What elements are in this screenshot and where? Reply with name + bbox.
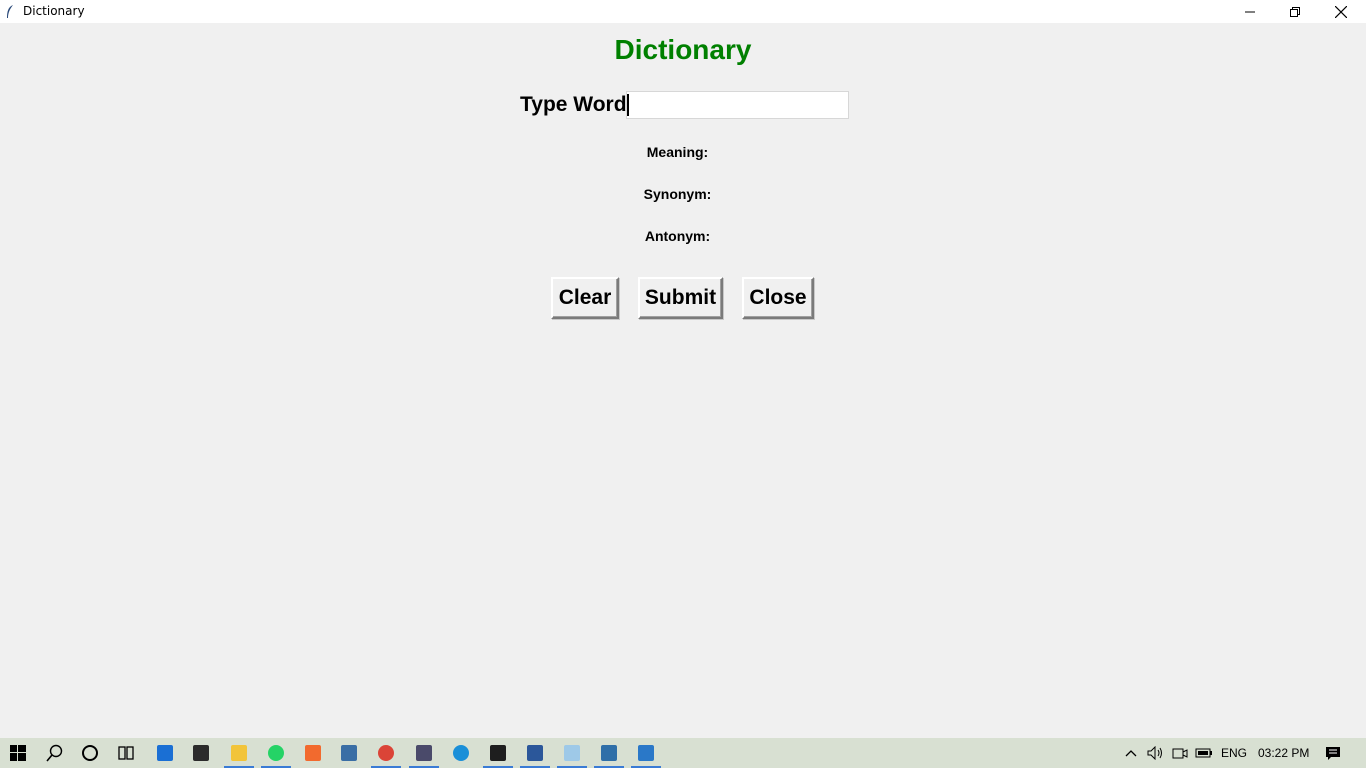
synonym-label: Synonym: (643, 186, 712, 202)
file-explorer-icon (231, 745, 247, 761)
close-button[interactable]: Close (742, 277, 814, 319)
tray-clock[interactable]: 03:22 PM (1258, 738, 1309, 768)
whatsapp-icon (268, 745, 284, 761)
camera-icon (1172, 748, 1188, 759)
notepad-icon (564, 745, 580, 761)
taskbar-notepad[interactable] (554, 738, 590, 768)
notification-icon (1326, 747, 1340, 760)
text-caret (627, 94, 629, 116)
feather-icon (7, 5, 13, 18)
python-icon (341, 745, 357, 761)
python-idle-icon (601, 745, 617, 761)
close-window-button[interactable] (1318, 0, 1364, 23)
terminal-icon (490, 745, 506, 761)
edge-icon (453, 745, 469, 761)
taskbar-store[interactable] (183, 738, 219, 768)
taskbar-chrome[interactable] (368, 738, 404, 768)
search-icon (46, 744, 63, 762)
word-input[interactable] (626, 91, 849, 119)
restore-icon (1290, 6, 1300, 17)
taskbar-mail[interactable] (147, 738, 183, 768)
task-view-icon (118, 746, 134, 760)
speaker-icon (1147, 746, 1162, 760)
app-orange-icon (305, 745, 321, 761)
clear-button[interactable]: Clear (551, 277, 619, 319)
search-button[interactable] (37, 738, 73, 768)
restore-button[interactable] (1272, 0, 1318, 23)
battery-icon (1195, 748, 1212, 758)
taskbar: ENG 03:22 PM (0, 738, 1366, 768)
tray-overflow[interactable] (1124, 738, 1138, 768)
taskbar-settings-app[interactable] (406, 738, 442, 768)
minimize-button[interactable] (1227, 0, 1273, 23)
word-icon (527, 745, 543, 761)
mail-icon (157, 745, 173, 761)
page-title: Dictionary (614, 34, 752, 65)
task-view-button[interactable] (108, 738, 144, 768)
minimize-icon (1245, 11, 1255, 12)
close-icon (1335, 5, 1347, 18)
photos-icon (638, 745, 654, 761)
meaning-label: Meaning: (646, 144, 709, 160)
antonym-label: Antonym: (644, 228, 711, 244)
window-title: Dictionary (23, 4, 85, 18)
cortana-icon (82, 745, 98, 761)
chevron-up-icon (1125, 750, 1137, 757)
start-button[interactable] (0, 738, 36, 768)
windows-logo-icon (10, 745, 26, 761)
tray-language[interactable]: ENG (1221, 738, 1247, 768)
title-bar: Dictionary (0, 0, 1366, 23)
tray-camera[interactable] (1172, 738, 1188, 768)
taskbar-python[interactable] (331, 738, 367, 768)
taskbar-word[interactable] (517, 738, 553, 768)
tray-notifications[interactable] (1325, 738, 1341, 768)
store-icon (193, 745, 209, 761)
taskbar-file-explorer[interactable] (221, 738, 257, 768)
type-word-label: Type Word (520, 93, 627, 116)
taskbar-whatsapp[interactable] (258, 738, 294, 768)
tray-volume[interactable] (1147, 738, 1165, 768)
taskbar-terminal[interactable] (480, 738, 516, 768)
taskbar-photos[interactable] (628, 738, 664, 768)
taskbar-python-idle[interactable] (591, 738, 627, 768)
cortana-button[interactable] (72, 738, 108, 768)
tray-battery[interactable] (1195, 738, 1213, 768)
taskbar-orange-app[interactable] (295, 738, 331, 768)
settings-app-icon (416, 745, 432, 761)
taskbar-edge[interactable] (443, 738, 479, 768)
submit-button[interactable]: Submit (638, 277, 723, 319)
chrome-icon (378, 745, 394, 761)
